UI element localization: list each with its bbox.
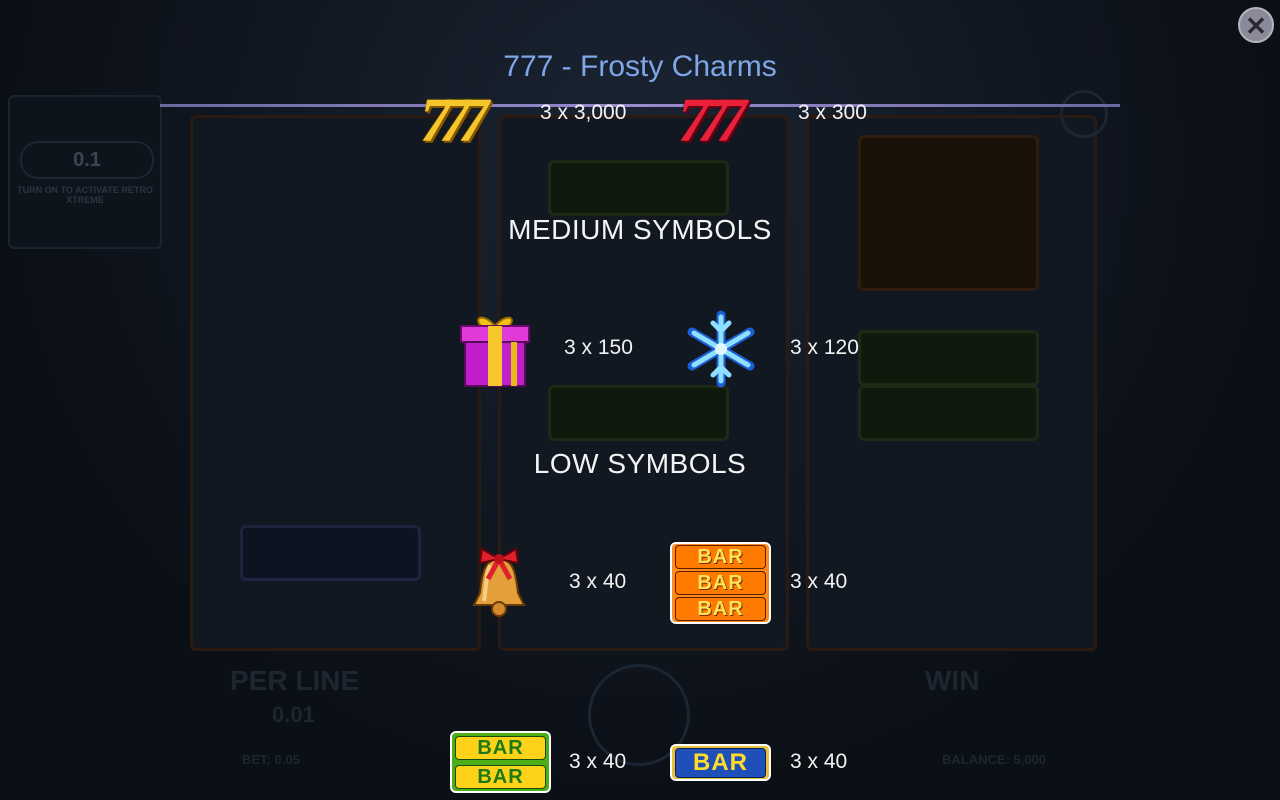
red-seven-icon: 777: [678, 87, 747, 155]
bg-bar-symbol: [240, 525, 421, 581]
bell-pay: 3 x 40: [569, 570, 627, 593]
bg-bar-symbol: [548, 160, 729, 216]
per-line-value: 0.01: [272, 702, 315, 727]
double-bar-icon: BAR BAR: [450, 731, 551, 793]
triple-bar-pay: 3 x 40: [790, 570, 848, 593]
close-button[interactable]: ✕: [1238, 7, 1274, 43]
gold-seven-icon: 777: [420, 87, 489, 155]
bar-label: BAR: [674, 597, 767, 621]
gift-box-icon: [460, 316, 530, 387]
double-bar-pay: 3 x 40: [569, 750, 627, 773]
snowflake-icon: [687, 310, 755, 388]
bg-bar-symbol: [858, 385, 1039, 441]
bar-label: BAR: [674, 747, 767, 778]
balance-text: BALANCE: 5,000: [942, 752, 1047, 767]
bar-label: BAR: [674, 571, 767, 595]
low-symbols-heading: LOW SYMBOLS: [533, 448, 747, 479]
bar-label: BAR: [454, 735, 547, 760]
snowflake-pay: 3 x 120: [790, 336, 859, 359]
paytable-title: 777 - Frosty Charms: [503, 50, 777, 83]
bar-label: BAR: [674, 545, 767, 569]
single-bar-pay: 3 x 40: [790, 750, 848, 773]
gold-seven-pay: 3 x 3,000: [540, 101, 627, 124]
bg-bar-symbol: [858, 135, 1039, 291]
bar-label: BAR: [454, 764, 547, 789]
gift-pay: 3 x 150: [564, 336, 633, 359]
per-line-label: PER LINE: [230, 665, 360, 696]
win-label: WIN: [925, 665, 980, 696]
bell-icon: [472, 547, 526, 617]
retro-xtreme-value: 0.1: [20, 141, 154, 179]
bg-bar-symbol: [858, 330, 1039, 386]
bg-bar-symbol: [548, 385, 729, 441]
bet-text: BET: 0.05: [242, 752, 300, 767]
medium-symbols-heading: MEDIUM SYMBOLS: [508, 214, 772, 245]
retro-xtreme-hint: TURN ON TO ACTIVATE RETRO XTREME: [17, 185, 153, 205]
single-bar-icon: BAR: [670, 744, 771, 781]
red-seven-pay: 3 x 300: [798, 101, 867, 124]
triple-bar-icon: BAR BAR BAR: [670, 542, 771, 624]
title-divider: [160, 104, 1120, 107]
bg-badge: [1060, 90, 1108, 138]
game-background: 0.1 TURN ON TO ACTIVATE RETRO XTREME PER…: [0, 0, 1280, 800]
